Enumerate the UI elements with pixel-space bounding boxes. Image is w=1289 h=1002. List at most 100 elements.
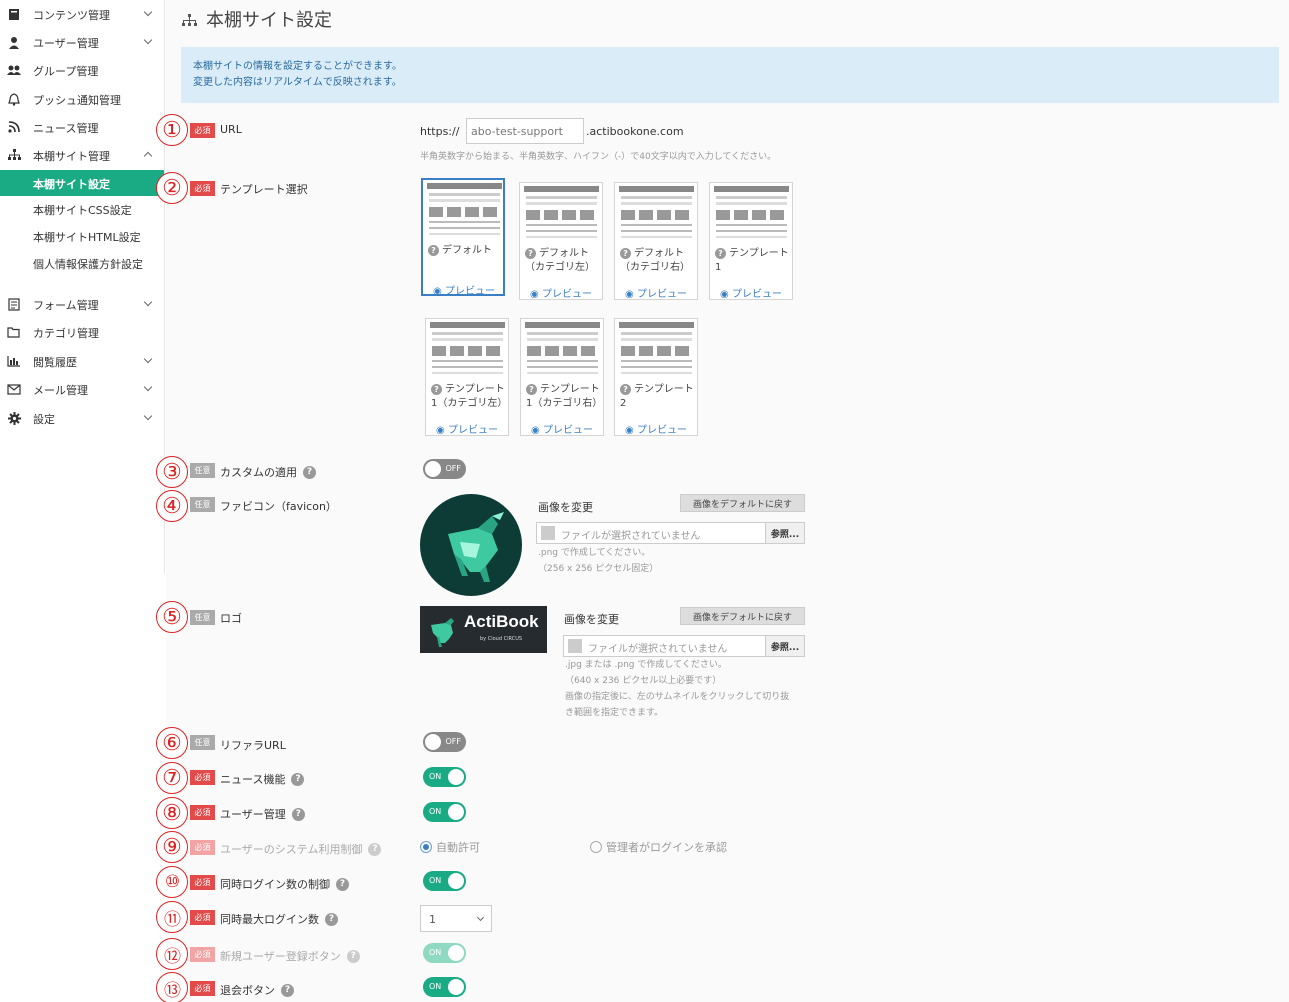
template-card[interactable]: ? テンプレート1（カテゴリ左） ◉ プレビュー	[425, 318, 509, 436]
favicon-file-input[interactable]: ファイルが選択されていません 参照...	[536, 522, 805, 544]
sidebar-item-news[interactable]: ニュース管理	[0, 113, 164, 141]
referrer-toggle[interactable]: OFF	[423, 732, 466, 752]
template-card[interactable]: ? テンプレート2 ◉ プレビュー	[614, 318, 698, 436]
radio-approve[interactable]: 管理者がログインを承認	[590, 839, 727, 855]
eye-icon: ◉	[625, 425, 637, 436]
sidebar-item-label: プッシュ通知管理	[33, 94, 121, 107]
preview-label: プレビュー	[447, 425, 498, 436]
template-card[interactable]: ? テンプレート1（カテゴリ右） ◉ プレビュー	[520, 318, 604, 436]
select-value: 1	[429, 913, 436, 926]
chevron-down-icon	[476, 913, 485, 922]
template-card[interactable]: ? デフォルト（カテゴリ右） ◉ プレビュー	[614, 182, 698, 300]
new-user-toggle[interactable]: ON	[423, 943, 466, 963]
preview-link[interactable]: ◉ プレビュー	[615, 421, 697, 436]
required-badge: 必須	[190, 181, 215, 196]
preview-link[interactable]: ◉ プレビュー	[426, 421, 508, 436]
custom-toggle[interactable]: OFF	[423, 459, 466, 479]
preview-label: プレビュー	[731, 289, 782, 300]
eye-icon: ◉	[436, 425, 448, 436]
annotation-number: ②	[156, 172, 188, 204]
sidebar-item-forms[interactable]: フォーム管理	[0, 290, 164, 318]
url-input[interactable]: abo-test-support	[466, 118, 584, 144]
news-toggle[interactable]: ON	[423, 767, 466, 787]
concurrent-toggle[interactable]: ON	[423, 871, 466, 891]
sidebar-subitem-privacy[interactable]: 個人情報保護方針設定	[0, 250, 164, 276]
sidebar-item-push[interactable]: プッシュ通知管理	[0, 85, 164, 113]
help-icon[interactable]: ?	[368, 842, 382, 856]
help-icon: ?	[715, 248, 726, 259]
favicon-image[interactable]	[420, 494, 522, 596]
chart-icon	[7, 354, 21, 368]
help-icon[interactable]: ?	[303, 465, 316, 479]
logo-image[interactable]: ActiBook by Cloud CIRCUS	[420, 606, 547, 653]
template-name-text: テンプレート1（カテゴリ左）	[431, 384, 508, 409]
sidebar-item-bookshelf[interactable]: 本棚サイト管理	[0, 141, 164, 169]
logo-file-input[interactable]: ファイルが選択されていません 参照...	[563, 635, 805, 657]
sitemap-icon	[7, 148, 21, 162]
annotation-number: ⑤	[156, 601, 188, 633]
preview-link[interactable]: ◉ プレビュー	[521, 421, 603, 436]
logo-reset-button[interactable]: 画像をデフォルトに戻す	[680, 607, 805, 625]
help-icon[interactable]: ?	[336, 877, 349, 891]
help-icon[interactable]: ?	[291, 772, 305, 786]
help-icon[interactable]: ?	[281, 983, 294, 997]
favicon-reset-button[interactable]: 画像をデフォルトに戻す	[680, 494, 805, 512]
template-thumbnail	[430, 322, 505, 380]
help-icon[interactable]: ?	[346, 949, 360, 963]
template-card[interactable]: ? デフォルト（カテゴリ左） ◉ プレビュー	[519, 182, 603, 300]
toggle-text: ON	[429, 772, 442, 781]
template-card[interactable]: ? デフォルト ◉ プレビュー	[421, 178, 505, 297]
max-login-select[interactable]: 1	[420, 905, 492, 932]
sidebar: コンテンツ管理 ユーザー管理 グループ管理 プッシュ通知管理 ニュース管理 本棚…	[0, 0, 165, 574]
chevron-up-icon	[143, 151, 153, 161]
url-suffix: .actibookone.com	[586, 125, 684, 138]
toggle-knob	[448, 769, 464, 785]
radio-auto[interactable]: 自動許可	[420, 839, 480, 855]
template-thumbnail	[619, 186, 694, 244]
preview-link[interactable]: ◉ プレビュー	[423, 282, 505, 297]
radio-label: 管理者がログインを承認	[606, 841, 727, 854]
required-badge: 必須	[190, 981, 215, 996]
main-content: 本棚サイト設定 本棚サイトの情報を設定することができます。 変更した内容はリアル…	[156, 0, 1289, 1002]
info-banner: 本棚サイトの情報を設定することができます。 変更した内容はリアルタイムで反映され…	[181, 47, 1279, 103]
sidebar-item-settings[interactable]: 設定	[0, 404, 164, 432]
sidebar-subitem-html[interactable]: 本棚サイトHTML設定	[0, 223, 164, 249]
sidebar-item-history[interactable]: 閲覧履歴	[0, 347, 164, 375]
chevron-down-icon	[143, 382, 153, 392]
template-name: ? デフォルト（カテゴリ右）	[620, 247, 698, 275]
mail-icon	[7, 382, 21, 396]
help-icon[interactable]: ?	[325, 912, 338, 926]
browse-button[interactable]: 参照...	[765, 636, 804, 656]
optional-badge: 任意	[190, 463, 215, 478]
sidebar-subitem-css[interactable]: 本棚サイトCSS設定	[0, 196, 164, 222]
file-placeholder: ファイルが選択されていません	[561, 531, 701, 542]
sidebar-item-users[interactable]: ユーザー管理	[0, 28, 164, 56]
hint-line: （640 x 236 ピクセル以上必要です）	[565, 676, 722, 686]
sidebar-item-categories[interactable]: カテゴリ管理	[0, 318, 164, 346]
help-icon: ?	[620, 248, 631, 259]
help-icon[interactable]: ?	[291, 807, 305, 821]
new-user-label: 新規ユーザー登録ボタン?	[220, 948, 360, 964]
toggle-knob	[448, 945, 464, 961]
annotation-number: ③	[156, 456, 188, 488]
template-thumbnail	[524, 186, 599, 244]
preview-link[interactable]: ◉ プレビュー	[710, 285, 792, 300]
sidebar-item-mail[interactable]: メール管理	[0, 375, 164, 403]
user-mgmt-toggle[interactable]: ON	[423, 802, 466, 822]
bell-icon	[7, 92, 21, 106]
preview-link[interactable]: ◉ プレビュー	[615, 285, 697, 300]
preview-label: プレビュー	[541, 289, 592, 300]
preview-link[interactable]: ◉ プレビュー	[520, 285, 602, 300]
sidebar-item-contents[interactable]: コンテンツ管理	[0, 0, 164, 28]
sidebar-item-groups[interactable]: グループ管理	[0, 56, 164, 84]
chevron-down-icon	[143, 7, 153, 17]
sidebar-item-label: グループ管理	[33, 65, 99, 78]
browse-button[interactable]: 参照...	[765, 523, 804, 543]
template-card[interactable]: ? テンプレート1 ◉ プレビュー	[709, 182, 793, 300]
file-placeholder: ファイルが選択されていません	[588, 644, 728, 655]
withdraw-toggle[interactable]: ON	[423, 977, 466, 997]
annotation-number: ⑥	[156, 727, 188, 759]
chevron-down-icon	[143, 411, 153, 421]
sidebar-subitem-site-settings[interactable]: 本棚サイト設定	[0, 170, 164, 196]
sidebar-item-label: 設定	[33, 413, 55, 426]
